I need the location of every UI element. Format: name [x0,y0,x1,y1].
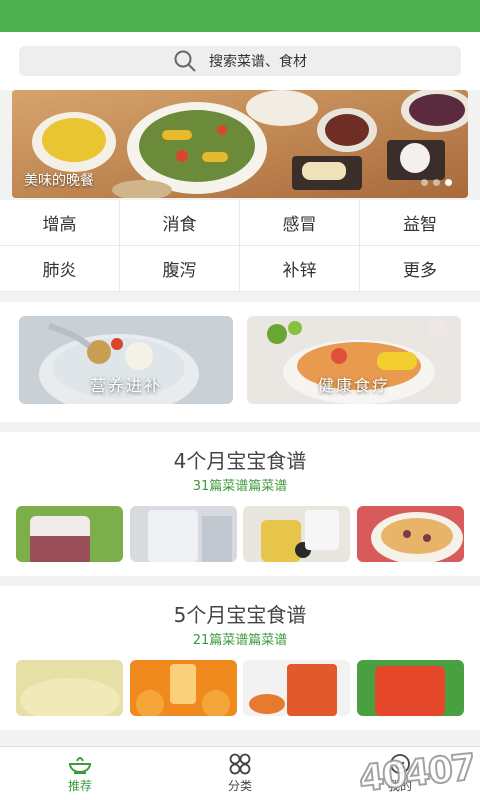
feature-label: 健康食疗 [317,376,390,395]
recipe-thumb[interactable] [129,660,237,716]
category-grid: 增高 消食 感冒 益智 肺炎 腹泻 补锌 更多 [0,200,480,292]
section-title[interactable]: 4个月宝宝食谱 [0,446,480,476]
recipe-thumb[interactable] [356,506,464,562]
category-item[interactable]: 补锌 [240,246,360,292]
feature-card-therapy[interactable]: 健康食疗 [247,316,461,404]
carousel-dot[interactable] [421,179,428,186]
carousel-dots [421,179,452,186]
recipe-thumbnails [0,498,480,576]
section-subtitle[interactable]: 31篇菜谱篇菜谱 [0,476,480,498]
status-bar [0,0,480,32]
divider [0,576,480,586]
recipe-image [129,506,237,562]
recipe-image [16,660,123,716]
recipe-thumb[interactable] [16,660,123,716]
search-input[interactable]: 搜索菜谱、食材 [19,46,461,76]
category-item[interactable]: 消食 [120,200,240,246]
bowl-icon [68,757,92,774]
feature-label: 营养进补 [89,376,162,395]
search-bar: 搜索菜谱、食材 [0,32,480,90]
carousel-dot[interactable] [445,179,452,186]
recipe-thumb[interactable] [243,660,351,716]
tab-label: 分类 [227,779,252,793]
recipe-thumbnails [0,652,480,730]
category-item[interactable]: 益智 [360,200,480,246]
recipe-image [16,506,123,562]
search-icon [174,50,196,72]
category-item[interactable]: 肺炎 [0,246,120,292]
recipe-image [129,660,237,716]
tab-recommend[interactable]: 推荐 [0,747,160,800]
recipe-thumb[interactable] [243,506,351,562]
category-more[interactable]: 更多 [360,246,480,292]
category-item[interactable]: 腹泻 [120,246,240,292]
recipe-image [356,506,464,562]
grid-icon [229,753,251,775]
category-item[interactable]: 感冒 [240,200,360,246]
divider [0,292,480,302]
tab-label: 推荐 [67,779,92,793]
section-title[interactable]: 5个月宝宝食谱 [0,600,480,630]
banner-carousel[interactable]: 美味的晚餐 [12,90,468,198]
banner-caption: 美味的晚餐 [24,173,94,189]
section-subtitle[interactable]: 21篇菜谱篇菜谱 [0,630,480,652]
divider [0,422,480,432]
carousel-dot[interactable] [433,179,440,186]
search-placeholder: 搜索菜谱、食材 [209,54,307,70]
recipe-image [243,506,351,562]
recipe-section: 4个月宝宝食谱 31篇菜谱篇菜谱 [0,432,480,576]
recipe-thumb[interactable] [356,660,464,716]
feature-card-nutrition[interactable]: 营养进补 [19,316,233,404]
recipe-image [243,660,351,716]
feature-cards: 营养进补 健康食疗 [0,302,480,422]
recipe-thumb[interactable] [129,506,237,562]
tab-category[interactable]: 分类 [160,747,320,800]
recipe-section: 5个月宝宝食谱 21篇菜谱篇菜谱 [0,586,480,730]
recipe-thumb[interactable] [16,506,123,562]
recipe-image [356,660,464,716]
category-item[interactable]: 增高 [0,200,120,246]
